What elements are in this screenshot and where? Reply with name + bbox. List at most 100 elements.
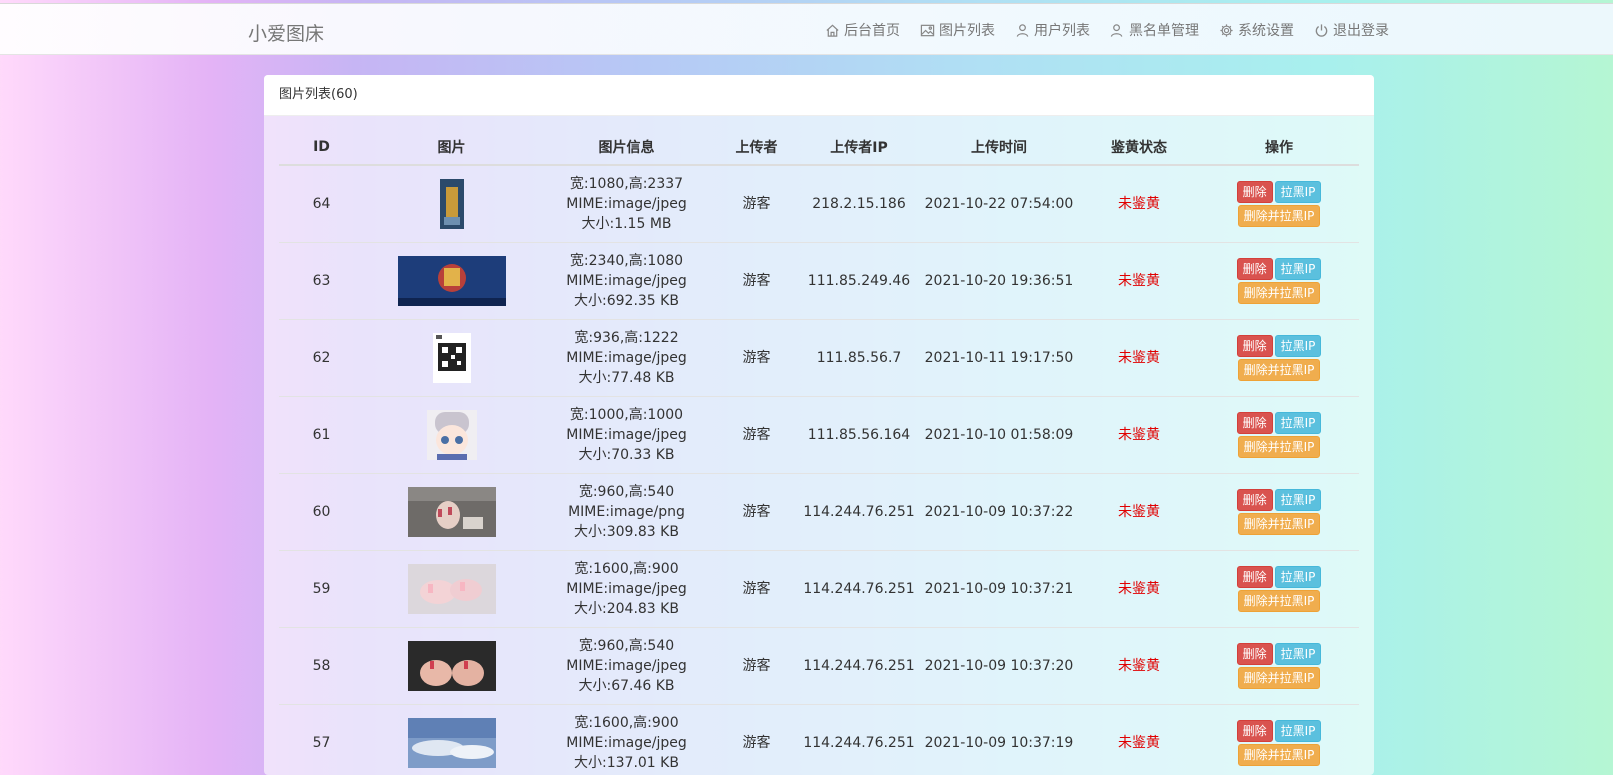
image-mime: MIME:image/jpeg xyxy=(539,194,714,214)
image-thumbnail[interactable] xyxy=(440,179,464,229)
nav-settings[interactable]: 系统设置 xyxy=(1219,20,1294,40)
image-size: 大小:70.33 KB xyxy=(539,445,714,465)
delete-button[interactable]: 删除 xyxy=(1237,412,1273,434)
row-ip: 114.244.76.251 xyxy=(799,474,919,551)
row-id: 57 xyxy=(279,705,364,775)
row-uploader: 游客 xyxy=(714,397,799,474)
image-thumbnail[interactable] xyxy=(408,641,496,691)
delete-and-ban-button[interactable]: 删除并拉黑IP xyxy=(1238,744,1321,766)
home-icon xyxy=(825,23,840,38)
image-thumbnail[interactable] xyxy=(398,256,506,306)
delete-and-ban-button[interactable]: 删除并拉黑IP xyxy=(1238,667,1321,689)
delete-and-ban-button[interactable]: 删除并拉黑IP xyxy=(1238,513,1321,535)
row-time: 2021-10-20 19:36:51 xyxy=(919,243,1079,320)
col-ip: 上传者IP xyxy=(799,130,919,165)
ban-ip-button[interactable]: 拉黑IP xyxy=(1275,181,1322,203)
row-ip: 111.85.56.7 xyxy=(799,320,919,397)
delete-button[interactable]: 删除 xyxy=(1237,335,1273,357)
row-uploader: 游客 xyxy=(714,243,799,320)
delete-button[interactable]: 删除 xyxy=(1237,720,1273,742)
nav-settings-label: 系统设置 xyxy=(1238,20,1294,40)
delete-and-ban-button[interactable]: 删除并拉黑IP xyxy=(1238,282,1321,304)
row-time: 2021-10-09 10:37:22 xyxy=(919,474,1079,551)
nav-blacklist-label: 黑名单管理 xyxy=(1129,20,1199,40)
image-size: 大小:67.46 KB xyxy=(539,676,714,696)
image-thumbnail[interactable] xyxy=(408,564,496,614)
row-status: 未鉴黄 xyxy=(1079,551,1199,628)
image-size: 大小:77.48 KB xyxy=(539,368,714,388)
image-dimensions: 宽:1600,高:900 xyxy=(539,713,714,733)
image-thumbnail[interactable] xyxy=(408,487,496,537)
ban-ip-button[interactable]: 拉黑IP xyxy=(1275,489,1322,511)
row-ip: 114.244.76.251 xyxy=(799,628,919,705)
ban-ip-button[interactable]: 拉黑IP xyxy=(1275,335,1322,357)
image-mime: MIME:image/jpeg xyxy=(539,733,714,753)
row-status: 未鉴黄 xyxy=(1079,397,1199,474)
ban-ip-button[interactable]: 拉黑IP xyxy=(1275,258,1322,280)
table-header-row: ID 图片 图片信息 上传者 上传者IP 上传时间 鉴黄状态 操作 xyxy=(279,130,1359,165)
delete-and-ban-button[interactable]: 删除并拉黑IP xyxy=(1238,590,1321,612)
image-size: 大小:309.83 KB xyxy=(539,522,714,542)
image-thumbnail[interactable] xyxy=(427,410,477,460)
nav-images-label: 图片列表 xyxy=(939,20,995,40)
brand-title[interactable]: 小爱图床 xyxy=(248,19,324,46)
col-image: 图片 xyxy=(364,130,539,165)
nav-logout[interactable]: 退出登录 xyxy=(1314,20,1389,40)
row-ip: 218.2.15.186 xyxy=(799,165,919,243)
ban-ip-button[interactable]: 拉黑IP xyxy=(1275,566,1322,588)
delete-button[interactable]: 删除 xyxy=(1237,643,1273,665)
table-row: 63 宽:2340,高:1080 MIME:image/jpeg 大小:692.… xyxy=(279,243,1359,320)
row-status: 未鉴黄 xyxy=(1079,474,1199,551)
row-id: 61 xyxy=(279,397,364,474)
row-id: 64 xyxy=(279,165,364,243)
row-time: 2021-10-10 01:58:09 xyxy=(919,397,1079,474)
nav-images[interactable]: 图片列表 xyxy=(920,20,995,40)
delete-and-ban-button[interactable]: 删除并拉黑IP xyxy=(1238,205,1321,227)
ban-ip-button[interactable]: 拉黑IP xyxy=(1275,643,1322,665)
image-size: 大小:204.83 KB xyxy=(539,599,714,619)
delete-and-ban-button[interactable]: 删除并拉黑IP xyxy=(1238,436,1321,458)
row-uploader: 游客 xyxy=(714,705,799,775)
table-row: 57 宽:1600,高:900 MIME:image/jpeg 大小:137.0… xyxy=(279,705,1359,775)
row-time: 2021-10-09 10:37:21 xyxy=(919,551,1079,628)
row-uploader: 游客 xyxy=(714,165,799,243)
ban-ip-button[interactable]: 拉黑IP xyxy=(1275,720,1322,742)
nav-blacklist[interactable]: 黑名单管理 xyxy=(1110,20,1199,40)
delete-button[interactable]: 删除 xyxy=(1237,181,1273,203)
row-ip: 111.85.56.164 xyxy=(799,397,919,474)
row-uploader: 游客 xyxy=(714,320,799,397)
delete-button[interactable]: 删除 xyxy=(1237,566,1273,588)
row-uploader: 游客 xyxy=(714,474,799,551)
row-id: 60 xyxy=(279,474,364,551)
table-row: 64 宽:1080,高:2337 MIME:image/jpeg 大小:1.15… xyxy=(279,165,1359,243)
image-mime: MIME:image/jpeg xyxy=(539,656,714,676)
table-row: 62 宽:936,高:1222 MIME:image/jpeg 大小:77.48… xyxy=(279,320,1359,397)
delete-button[interactable]: 删除 xyxy=(1237,258,1273,280)
row-time: 2021-10-22 07:54:00 xyxy=(919,165,1079,243)
row-status: 未鉴黄 xyxy=(1079,628,1199,705)
image-thumbnail[interactable] xyxy=(408,718,496,768)
image-thumbnail[interactable] xyxy=(433,333,471,383)
table-row: 61 宽:1000,高:1000 MIME:image/jpeg 大小:70.3… xyxy=(279,397,1359,474)
col-status: 鉴黄状态 xyxy=(1079,130,1199,165)
row-time: 2021-10-09 10:37:20 xyxy=(919,628,1079,705)
user-block-icon xyxy=(1110,23,1125,38)
row-time: 2021-10-11 19:17:50 xyxy=(919,320,1079,397)
row-ip: 114.244.76.251 xyxy=(799,705,919,775)
nav-home[interactable]: 后台首页 xyxy=(825,20,900,40)
image-list-panel: 图片列表(60) ID 图片 图片信息 上传者 上传者IP 上传时间 鉴黄状态 … xyxy=(264,75,1374,775)
delete-button[interactable]: 删除 xyxy=(1237,489,1273,511)
user-icon xyxy=(1015,23,1030,38)
row-id: 59 xyxy=(279,551,364,628)
table-row: 60 宽:960,高:540 MIME:image/png 大小:309.83 … xyxy=(279,474,1359,551)
row-id: 62 xyxy=(279,320,364,397)
image-dimensions: 宽:936,高:1222 xyxy=(539,328,714,348)
nav-users[interactable]: 用户列表 xyxy=(1015,20,1090,40)
top-navbar: 小爱图床 后台首页 图片列表 用户列表 黑名单管理 系统设置 退出登录 xyxy=(0,3,1613,55)
image-dimensions: 宽:960,高:540 xyxy=(539,636,714,656)
nav-logout-label: 退出登录 xyxy=(1333,20,1389,40)
delete-and-ban-button[interactable]: 删除并拉黑IP xyxy=(1238,359,1321,381)
col-uploader: 上传者 xyxy=(714,130,799,165)
ban-ip-button[interactable]: 拉黑IP xyxy=(1275,412,1322,434)
image-mime: MIME:image/jpeg xyxy=(539,425,714,445)
